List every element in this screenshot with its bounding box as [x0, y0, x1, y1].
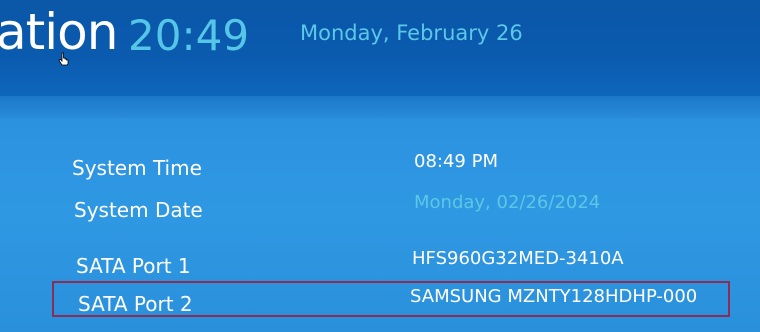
label-system-date: System Date [74, 198, 203, 222]
label-sata-port-2: SATA Port 2 [78, 292, 193, 316]
value-system-time[interactable]: 08:49 PM [414, 150, 498, 174]
header-divider [0, 96, 760, 120]
value-sata-port-1: HFS960G32MED-3410A [412, 248, 624, 269]
value-sata-port-2: SAMSUNG MZNTY128HDHP-000 [410, 286, 698, 307]
clock: 20:49 [128, 11, 250, 60]
header-date: Monday, February 26 [300, 21, 523, 45]
value-system-date[interactable]: Monday, 02/26/2024 [414, 191, 600, 215]
label-sata-port-1: SATA Port 1 [76, 254, 191, 278]
hand-pointer-icon [58, 52, 69, 66]
label-system-time: System Time [72, 156, 202, 180]
